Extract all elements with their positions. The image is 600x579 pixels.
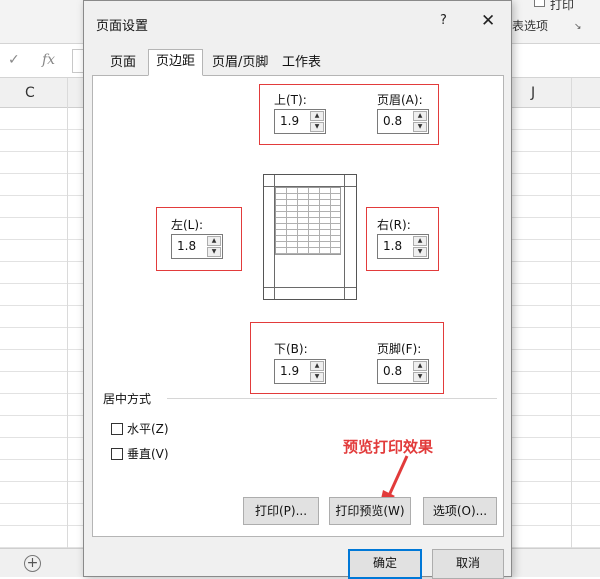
spin-down-icon[interactable]: ▼	[310, 372, 324, 382]
column-header-j[interactable]: J	[531, 85, 535, 101]
check-icon[interactable]: ✓	[8, 52, 20, 68]
spin-down-icon[interactable]: ▼	[413, 122, 427, 132]
page-setup-dialog: 页面设置 ? ✕ 页面 页边距 页眉/页脚 工作表 上(T): 1.9 ▲ ▼ 页…	[83, 0, 512, 579]
center-horizontally-option[interactable]: 水平(Z)	[111, 420, 169, 437]
print-preview-button[interactable]: 打印预览(W)	[329, 497, 411, 525]
footer-margin-value[interactable]: 0.8	[383, 364, 402, 378]
preview-bottom-margin-line	[264, 287, 356, 288]
grid-column-line	[571, 78, 572, 548]
center-horizontally-checkbox[interactable]	[111, 423, 123, 435]
right-margin-spinner[interactable]: 1.8 ▲ ▼	[377, 234, 429, 259]
spin-down-icon[interactable]: ▼	[413, 247, 427, 257]
header-margin-value[interactable]: 0.8	[383, 114, 402, 128]
dialog-title: 页面设置	[96, 19, 149, 34]
right-margin-label: 右(R):	[377, 218, 411, 232]
bottom-margin-label: 下(B):	[274, 342, 308, 356]
header-margin-label: 页眉(A):	[377, 93, 423, 107]
column-header-c[interactable]: C	[25, 85, 35, 101]
bottom-margin-value[interactable]: 1.9	[280, 364, 299, 378]
footer-margin-label: 页脚(F):	[377, 342, 422, 356]
tab-sheet[interactable]: 工作表	[274, 51, 330, 75]
center-vertically-checkbox[interactable]	[111, 448, 123, 460]
spin-up-icon[interactable]: ▲	[207, 236, 221, 246]
center-horizontally-label[interactable]: 水平(Z)	[127, 422, 169, 436]
center-on-page-title: 居中方式	[103, 392, 152, 406]
footer-margin-spinner[interactable]: 0.8 ▲ ▼	[377, 359, 429, 384]
help-button[interactable]: ?	[440, 13, 447, 28]
margins-panel: 上(T): 1.9 ▲ ▼ 页眉(A): 0.8 ▲ ▼ 左(L): 1.8 ▲ ▼ …	[92, 75, 504, 537]
top-margin-value[interactable]: 1.9	[280, 114, 299, 128]
spin-up-icon[interactable]: ▲	[413, 361, 427, 371]
spin-up-icon[interactable]: ▲	[310, 111, 324, 121]
ribbon-print-label-2: 打印	[550, 0, 575, 12]
section-divider	[167, 398, 497, 399]
spin-down-icon[interactable]: ▼	[310, 122, 324, 132]
print-headings-checkbox[interactable]	[534, 0, 545, 7]
left-margin-spinner[interactable]: 1.8 ▲ ▼	[171, 234, 223, 259]
ok-button[interactable]: 确定	[348, 549, 422, 579]
add-sheet-icon[interactable]: +	[24, 555, 41, 572]
grid-column-line	[67, 78, 68, 548]
top-margin-label: 上(T):	[274, 93, 307, 107]
right-margin-value[interactable]: 1.8	[383, 239, 402, 253]
cancel-button[interactable]: 取消	[432, 549, 504, 579]
top-margin-spinner[interactable]: 1.9 ▲ ▼	[274, 109, 326, 134]
left-margin-value[interactable]: 1.8	[177, 239, 196, 253]
preview-right-margin-line	[344, 175, 345, 299]
tab-page[interactable]: 页面	[102, 51, 145, 75]
close-button[interactable]: ✕	[481, 11, 495, 31]
options-button[interactable]: 选项(O)...	[423, 497, 497, 525]
tab-header-footer[interactable]: 页眉/页脚	[204, 51, 277, 75]
sheet-options-group-label: 表选项	[512, 19, 549, 33]
left-margin-label: 左(L):	[171, 218, 204, 232]
header-margin-spinner[interactable]: 0.8 ▲ ▼	[377, 109, 429, 134]
print-button[interactable]: 打印(P)...	[243, 497, 319, 525]
spin-up-icon[interactable]: ▲	[413, 111, 427, 121]
spin-down-icon[interactable]: ▼	[207, 247, 221, 257]
dialog-launcher-icon[interactable]: ↘	[574, 22, 584, 32]
center-vertically-label[interactable]: 垂直(V)	[127, 447, 169, 461]
spin-up-icon[interactable]: ▲	[413, 236, 427, 246]
spin-down-icon[interactable]: ▼	[413, 372, 427, 382]
bottom-margin-spinner[interactable]: 1.9 ▲ ▼	[274, 359, 326, 384]
tab-margins[interactable]: 页边距	[148, 49, 204, 76]
center-vertically-option[interactable]: 垂直(V)	[111, 445, 169, 462]
preview-sheet-grid	[275, 187, 341, 255]
spin-up-icon[interactable]: ▲	[310, 361, 324, 371]
function-icon[interactable]: fx	[42, 52, 55, 68]
page-preview	[263, 174, 357, 300]
ribbon-sheet-options: 打印 打印 表选项	[470, 0, 600, 44]
